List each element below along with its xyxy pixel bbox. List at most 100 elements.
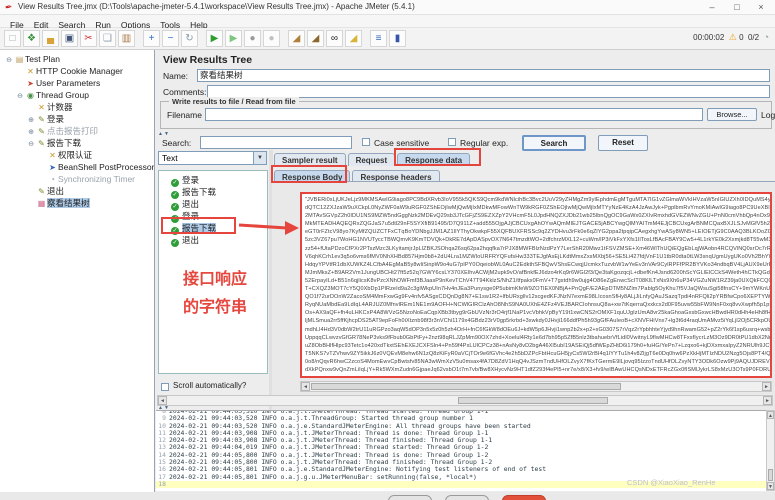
scroll-right-icon[interactable]: ► xyxy=(762,382,771,391)
tree-toggle-icon[interactable]: ⊖ xyxy=(26,139,36,151)
result-item[interactable]: ✓ 报告下载 xyxy=(159,186,267,199)
partial-button-2 xyxy=(445,495,489,500)
response-h-scrollbar[interactable]: ◄ ► xyxy=(300,381,772,392)
elapsed-time: 00:00:02 xyxy=(693,33,725,42)
thread-count: 0/2 xyxy=(747,33,760,42)
maximize-button[interactable]: □ xyxy=(726,1,748,14)
result-item[interactable]: ✓ 登录 xyxy=(159,174,267,187)
menu-bar: File Edit Search Run Options Tools Help xyxy=(0,15,775,30)
reset-button[interactable]: Reset xyxy=(598,135,648,151)
partial-button-1 xyxy=(388,495,432,500)
tree-toggle-icon[interactable]: ⊖ xyxy=(4,55,14,67)
tree-item[interactable]: ⊖ ▤ Test Plan xyxy=(0,53,154,65)
tree-item[interactable]: ✕ HTTP Cookie Manager xyxy=(0,65,154,77)
shutdown-icon[interactable]: ● xyxy=(263,30,280,47)
thread-gauge-icon: ◔ xyxy=(763,32,769,42)
case-sensitive-label: Case sensitive xyxy=(374,138,430,148)
scrollbar-thumb[interactable] xyxy=(458,397,608,404)
tree-item[interactable]: ➤ User Parameters xyxy=(0,77,154,89)
view-results-tree-panel: View Results Tree Name: 察看结果树 Comments: … xyxy=(155,50,775,492)
name-field[interactable]: 察看结果树 xyxy=(197,69,770,82)
tab-sampler-result[interactable]: Sampler result xyxy=(274,153,346,166)
open-icon[interactable]: ▄ xyxy=(42,30,59,47)
regular-exp-label: Regular exp. xyxy=(460,138,509,148)
result-tabs: Sampler result Request Response data xyxy=(274,150,472,168)
tree-item[interactable]: ⊖ ◉ Thread Group xyxy=(0,89,154,101)
listener-icon: ▦ xyxy=(37,199,46,208)
paste-icon[interactable]: ▥ xyxy=(118,30,135,47)
view-mode-select[interactable]: Text ▼ xyxy=(158,151,267,165)
scroll-up-icon[interactable]: ▲ xyxy=(767,411,774,419)
annotation-text-line2: 的字符串 xyxy=(183,299,248,316)
search-reset-icon[interactable]: ◢ xyxy=(345,30,362,47)
tab-response-data[interactable]: Response data xyxy=(397,153,471,166)
scroll-right-icon[interactable]: ► xyxy=(763,396,772,405)
success-shield-icon: ✓ xyxy=(171,239,179,247)
test-plan-tree: ⊖ ▤ Test Plan ✕ HTTP Cookie Manager ➤ User P… xyxy=(0,50,155,492)
templates-icon[interactable]: ❖ xyxy=(23,30,40,47)
toolbar: □ ❖ ▄ ▣ ✂ ❏ ▥ + − ↻ ▶ ▶ ● ● ◢ ◢ ∞ ◢ ≡ ▮ 00:00:02 ⚠ 0 0/2 ◔ xyxy=(0,28,775,50)
tree-item[interactable]: ⊕ ✎ 登录 xyxy=(0,113,154,125)
response-body-area[interactable]: "JVBERi0xLjUKJeLjz9MKMSAwIG9iago8PC9BdXR… xyxy=(300,192,772,378)
write-results-groupbox: Write results to file / Read from file F… xyxy=(160,97,775,129)
scrollbar-thumb[interactable] xyxy=(768,469,773,481)
chevron-down-icon[interactable]: ▼ xyxy=(253,152,266,164)
comments-label: Comments: xyxy=(163,87,207,97)
scroll-automatically-checkbox[interactable] xyxy=(161,383,169,391)
minimize-button[interactable]: – xyxy=(701,1,723,14)
filename-label: Filename xyxy=(167,110,202,120)
clear-all-icon[interactable]: ◢ xyxy=(307,30,324,47)
result-item[interactable]: ✓ 退出 xyxy=(159,198,267,211)
tab-request[interactable]: Request xyxy=(347,153,396,166)
name-label: Name: xyxy=(163,71,189,81)
new-file-icon[interactable]: □ xyxy=(4,30,21,47)
function-helper-icon[interactable]: ≡ xyxy=(370,30,387,47)
scrollbar-thumb[interactable] xyxy=(311,383,621,390)
annotation-text-line1: 接口响应 xyxy=(183,271,248,288)
tree-item[interactable]: ▦ 察看结果树 xyxy=(0,197,154,209)
scroll-automatically-label: Scroll automatically? xyxy=(173,381,247,390)
save-icon[interactable]: ▣ xyxy=(61,30,78,47)
splitter-handle-top[interactable]: ▲▼ xyxy=(158,131,170,137)
log-v-scrollbar[interactable]: ▲ ▼ xyxy=(766,410,775,491)
scroll-down-icon[interactable]: ▼ xyxy=(767,482,774,490)
search-icon[interactable]: ∞ xyxy=(326,30,343,47)
help-icon[interactable]: ▮ xyxy=(389,30,406,47)
search-input[interactable] xyxy=(200,136,352,149)
scroll-left-icon[interactable]: ◄ xyxy=(158,396,167,405)
add-icon[interactable]: + xyxy=(143,30,160,47)
close-button[interactable]: × xyxy=(750,1,772,14)
filename-field[interactable] xyxy=(205,108,703,121)
tree-item[interactable]: ◔ Synchronizing Timer xyxy=(0,173,154,185)
warning-count: 0 xyxy=(739,33,744,42)
bottom-strip xyxy=(0,492,775,500)
regular-exp-checkbox[interactable] xyxy=(448,138,456,146)
response-body-text: "JVBERi0xLjUKJeLjz9MKMSAwIG9iago8PC9BdXR… xyxy=(305,197,772,373)
tree-item[interactable]: ⊖ ✎ 报告下载 xyxy=(0,137,154,149)
cut-icon[interactable]: ✂ xyxy=(80,30,97,47)
tree-toggle-icon[interactable]: ⊖ xyxy=(15,91,25,103)
tree-item[interactable]: ⊕ ✎ 点击报告打印 xyxy=(0,125,154,137)
groupbox-legend: Write results to file / Read from file xyxy=(169,97,299,106)
tree-item[interactable]: ➤ BeanShell PostProcessor xyxy=(0,161,154,173)
clear-icon[interactable]: ◢ xyxy=(288,30,305,47)
toolbar-status: 00:00:02 ⚠ 0 0/2 ◔ xyxy=(693,32,769,43)
search-label: Search: xyxy=(162,138,192,148)
start-icon[interactable]: ▶ xyxy=(206,30,223,47)
warning-icon[interactable]: ⚠ xyxy=(729,32,737,42)
browse-button[interactable]: Browse... xyxy=(707,108,757,121)
tree-item[interactable]: ✕ 权限认证 xyxy=(0,149,154,161)
window-title: View Results Tree.jmx (D:\Tools\apache-j… xyxy=(18,2,415,11)
jmeter-logo-icon: ✒ xyxy=(3,1,14,13)
start-no-pauses-icon[interactable]: ▶ xyxy=(225,30,242,47)
scroll-left-icon[interactable]: ◄ xyxy=(301,382,310,391)
case-sensitive-checkbox[interactable] xyxy=(362,138,370,146)
toggle-icon[interactable]: ↻ xyxy=(181,30,198,47)
search-button[interactable]: Search xyxy=(522,135,586,151)
copy-icon[interactable]: ❏ xyxy=(99,30,116,47)
stop-icon[interactable]: ● xyxy=(244,30,261,47)
page-title: View Results Tree xyxy=(163,54,253,66)
main-h-scrollbar[interactable]: ◄ ► xyxy=(157,395,773,406)
tree-item[interactable]: ✎ 退出 xyxy=(0,185,154,197)
remove-icon[interactable]: − xyxy=(162,30,179,47)
